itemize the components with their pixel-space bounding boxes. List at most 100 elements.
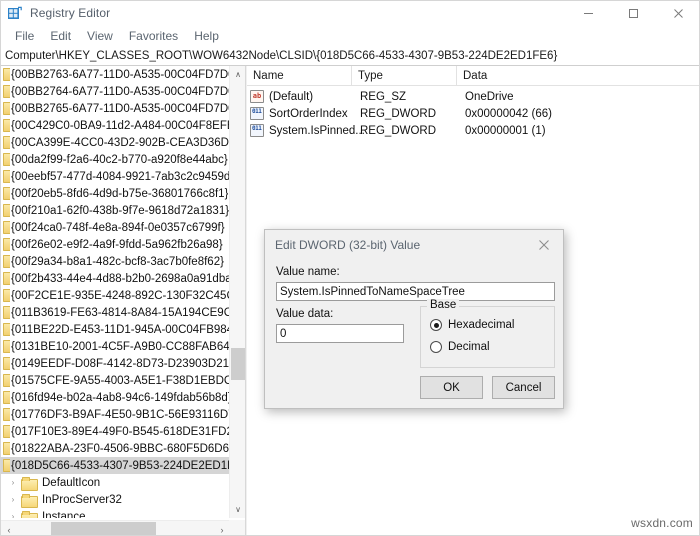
- tree-row[interactable]: {018D5C66-4533-4307-9B53-224DE2ED1FE6}: [1, 457, 230, 474]
- tree-row[interactable]: {00CA399E-4CC0-43D2-902B-CEA3D36DC9E4}: [1, 134, 230, 151]
- tree-row[interactable]: {011B3619-FE63-4814-8A84-15A194CE9CE3}: [1, 304, 230, 321]
- scrollbar-corner: [229, 520, 245, 535]
- value-row[interactable]: ab (Default) REG_SZ OneDrive: [247, 88, 699, 105]
- folder-icon: [3, 425, 10, 438]
- folder-icon: [3, 85, 10, 98]
- value-name-cell: (Default): [269, 90, 314, 103]
- menu-item-edit[interactable]: Edit: [42, 27, 79, 45]
- tree-row[interactable]: {011BE22D-E453-11D1-945A-00C04FB984F9}: [1, 321, 230, 338]
- tree-row-label: {00f29a34-b8a1-482c-bcf8-3ac7b0fe8f62}: [11, 255, 224, 268]
- tree-vertical-scrollbar[interactable]: ∧ ∨: [229, 66, 245, 518]
- tree-row-label: {00f20eb5-8fd6-4d9d-b75e-36801766c8f1}: [11, 187, 229, 200]
- expand-chevron-icon[interactable]: ›: [7, 495, 19, 504]
- tree-row[interactable]: {00da2f99-f2a6-40c2-b770-a920f8e44abc}: [1, 151, 230, 168]
- scroll-up-arrow-icon[interactable]: ∧: [230, 66, 245, 83]
- value-data-cell: OneDrive: [465, 90, 514, 103]
- column-header-data[interactable]: Data: [457, 66, 699, 86]
- tree-row[interactable]: {00f24ca0-748f-4e8a-894f-0e0357c6799f}: [1, 219, 230, 236]
- cancel-button[interactable]: Cancel: [492, 376, 555, 399]
- edit-dword-dialog: Edit DWORD (32-bit) Value Value name: Sy…: [264, 229, 564, 409]
- tree-row[interactable]: {01575CFE-9A55-4003-A5E1-F38D1EBDCBE1}: [1, 372, 230, 389]
- radio-hexadecimal-label: Hexadecimal: [448, 319, 515, 331]
- folder-icon: [3, 459, 10, 472]
- tree-row-label: Instance: [42, 510, 86, 519]
- close-button[interactable]: [656, 1, 699, 25]
- tree-row[interactable]: {00BB2763-6A77-11D0-A535-00C04FD7D062}: [1, 66, 230, 83]
- value-name-cell: SortOrderIndex: [269, 107, 348, 120]
- folder-icon: [3, 255, 10, 268]
- tree-row[interactable]: › InProcServer32: [1, 491, 230, 508]
- tree-row[interactable]: {00F2CE1E-935E-4248-892C-130F32C45CB4}: [1, 287, 230, 304]
- folder-icon: [3, 442, 10, 455]
- tree-row-label: {00f24ca0-748f-4e8a-894f-0e0357c6799f}: [11, 221, 225, 234]
- maximize-button[interactable]: [611, 1, 656, 25]
- menu-item-favorites[interactable]: Favorites: [121, 27, 186, 45]
- dialog-close-button[interactable]: [525, 230, 563, 260]
- value-data-label: Value data:: [276, 308, 334, 320]
- folder-icon: [21, 510, 38, 518]
- value-name-input[interactable]: System.IsPinnedToNameSpaceTree: [276, 282, 555, 301]
- tree-vscroll-thumb[interactable]: [231, 348, 245, 380]
- tree-row[interactable]: {00f26e02-e9f2-4a9f-9fdd-5a962fb26a98}: [1, 236, 230, 253]
- string-value-icon: ab: [250, 90, 264, 103]
- value-data-cell: 0x00000001 (1): [465, 124, 546, 137]
- scroll-left-arrow-icon[interactable]: ‹: [1, 521, 17, 535]
- tree-row[interactable]: {016fd94e-b02a-4ab8-94c6-149fdab56b8d}: [1, 389, 230, 406]
- watermark: wsxdn.com: [631, 516, 693, 530]
- column-header-type[interactable]: Type: [352, 66, 457, 86]
- menu-item-view[interactable]: View: [79, 27, 121, 45]
- values-list[interactable]: ab (Default) REG_SZ OneDrive 011 100 SortOrde…: [247, 88, 699, 139]
- minimize-button[interactable]: [566, 1, 611, 25]
- tree-row[interactable]: {00BB2765-6A77-11D0-A535-00C04FD7D062}: [1, 100, 230, 117]
- scroll-right-arrow-icon[interactable]: ›: [214, 521, 230, 535]
- address-bar[interactable]: Computer\HKEY_CLASSES_ROOT\WOW6432Node\C…: [1, 46, 699, 66]
- tree-row[interactable]: {0131BE10-2001-4C5F-A9B0-CC88FAB64CE8}: [1, 338, 230, 355]
- value-row[interactable]: 011 100 System.IsPinned...REG_DWORD 0x0000…: [247, 122, 699, 139]
- tree-row-label: InProcServer32: [42, 493, 122, 506]
- tree-row-label: {00eebf57-477d-4084-9921-7ab3c2c9459d}: [11, 170, 230, 183]
- tree-row[interactable]: {00f2b433-44e4-4d88-b2b0-2698a0a91dba}: [1, 270, 230, 287]
- tree-row[interactable]: {017F10E3-89E4-49F0-B545-618DE31FD27C}: [1, 423, 230, 440]
- base-group-legend: Base: [427, 299, 460, 311]
- tree-horizontal-scrollbar[interactable]: ‹ ›: [1, 520, 230, 535]
- tree-row[interactable]: {00C429C0-0BA9-11d2-A484-00C04F8EFB69}: [1, 117, 230, 134]
- dialog-title-bar: Edit DWORD (32-bit) Value: [265, 230, 563, 260]
- column-header-name[interactable]: Name: [247, 66, 352, 86]
- value-data-input[interactable]: 0: [276, 324, 404, 343]
- tree-row[interactable]: {01776DF3-B9AF-4E50-9B1C-56E93116D704}: [1, 406, 230, 423]
- expand-chevron-icon[interactable]: ›: [7, 512, 19, 518]
- tree-row[interactable]: › Instance: [1, 508, 230, 518]
- registry-tree-list[interactable]: {00BB2763-6A77-11D0-A535-00C04FD7D062} {0…: [1, 66, 230, 518]
- tree-hscroll-thumb[interactable]: [51, 522, 156, 535]
- tree-row[interactable]: {00f20eb5-8fd6-4d9d-b75e-36801766c8f1}: [1, 185, 230, 202]
- value-row[interactable]: 011 100 SortOrderIndex REG_DWORD 0x00000042…: [247, 105, 699, 122]
- tree-row[interactable]: {00eebf57-477d-4084-9921-7ab3c2c9459d}: [1, 168, 230, 185]
- tree-row-label: DefaultIcon: [42, 476, 101, 489]
- tree-row[interactable]: {00f210a1-62f0-438b-9f7e-9618d72a1831}: [1, 202, 230, 219]
- tree-row[interactable]: {00f29a34-b8a1-482c-bcf8-3ac7b0fe8f62}: [1, 253, 230, 270]
- tree-row-label: {00f2b433-44e4-4d88-b2b0-2698a0a91dba}: [11, 272, 230, 285]
- menu-item-file[interactable]: File: [7, 27, 42, 45]
- radio-decimal[interactable]: Decimal: [430, 341, 490, 353]
- value-data-cell: 0x00000042 (66): [465, 107, 552, 120]
- ok-button[interactable]: OK: [420, 376, 483, 399]
- radio-hexadecimal-icon[interactable]: [430, 319, 442, 331]
- expand-chevron-icon[interactable]: ›: [7, 478, 19, 487]
- tree-row[interactable]: {0149EEDF-D08F-4142-8D73-D23903D21E90}: [1, 355, 230, 372]
- dword-value-icon: 011 100: [250, 107, 264, 120]
- folder-icon: [3, 153, 10, 166]
- tree-row[interactable]: › DefaultIcon: [1, 474, 230, 491]
- radio-decimal-icon[interactable]: [430, 341, 442, 353]
- folder-icon: [3, 221, 10, 234]
- radio-hexadecimal[interactable]: Hexadecimal: [430, 319, 514, 331]
- dialog-title-text: Edit DWORD (32-bit) Value: [275, 238, 421, 252]
- scroll-down-arrow-icon[interactable]: ∨: [230, 501, 245, 518]
- tree-row[interactable]: {00BB2764-6A77-11D0-A535-00C04FD7D062}: [1, 83, 230, 100]
- value-type-cell: REG_DWORD: [360, 124, 437, 137]
- tree-row[interactable]: {01822ABA-23F0-4506-9BBC-680F5D6D606C}: [1, 440, 230, 457]
- menu-item-help[interactable]: Help: [186, 27, 227, 45]
- address-path: Computer\HKEY_CLASSES_ROOT\WOW6432Node\C…: [5, 49, 558, 62]
- value-name-cell: System.IsPinned...: [269, 124, 365, 137]
- value-type-cell: REG_SZ: [360, 90, 407, 103]
- tree-row-label: {00BB2764-6A77-11D0-A535-00C04FD7D062}: [11, 85, 230, 98]
